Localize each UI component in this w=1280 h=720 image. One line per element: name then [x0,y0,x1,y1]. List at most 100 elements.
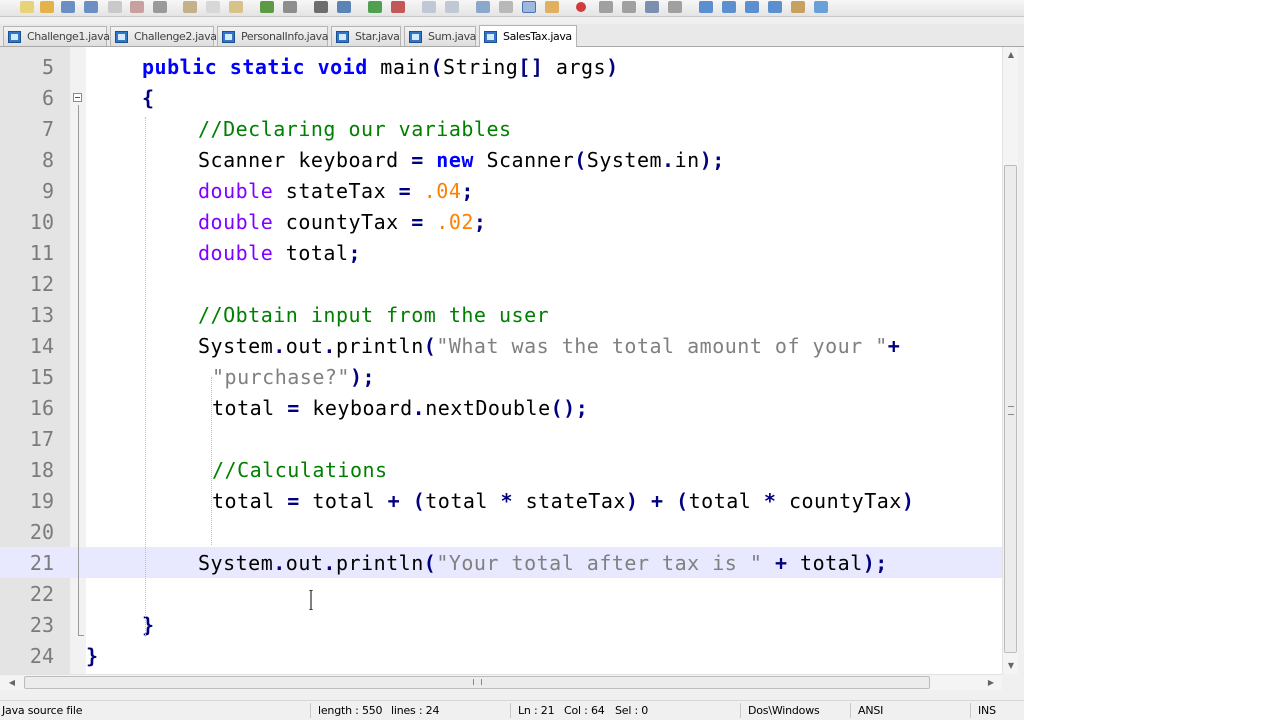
dropdown-arrow-icon[interactable] [814,1,828,13]
move-down-icon[interactable] [745,1,759,13]
mouse-ibeam-cursor [309,590,313,610]
tab-sum[interactable]: Sum.java [404,26,476,46]
code-line[interactable]: 23} [0,609,1002,640]
code-token: + [387,489,401,513]
line-number: 14 [29,334,54,358]
word-wrap-icon[interactable] [476,1,490,13]
cut-icon[interactable] [183,1,197,13]
code-line[interactable]: 19 total = total + (total * stateTax) + (… [0,485,1002,516]
file-tab-bar: Challenge1.java Challenge2.java Personal… [0,24,1024,47]
find-icon[interactable] [314,1,328,13]
vertical-scrollbar[interactable]: ▲ ▼ [1002,47,1018,674]
code-line[interactable]: 7 //Declaring our variables [0,113,1002,144]
tab-personalinfo[interactable]: PersonalInfo.java [217,26,329,46]
redo-icon[interactable] [283,1,297,13]
scroll-left-icon[interactable]: ◀ [4,675,20,691]
code-text: total = keyboard.nextDouble(); [212,396,588,420]
save-all-icon[interactable] [84,1,98,13]
replace-icon[interactable] [337,1,351,13]
code-line[interactable]: 8 Scanner keyboard = new Scanner(System.i… [0,144,1002,175]
zoom-in-icon[interactable] [368,1,382,13]
move-up-icon[interactable] [722,1,736,13]
line-number: 9 [41,179,54,203]
sync-vertical-icon[interactable] [422,1,436,13]
print-icon[interactable] [153,1,167,13]
code-text: } [86,644,99,668]
close-all-icon[interactable] [130,1,144,13]
vertical-scroll-thumb[interactable] [1004,165,1017,653]
horizontal-scrollbar[interactable]: ◀ ▶ [0,674,1002,690]
close-icon[interactable] [108,1,122,13]
code-line[interactable]: 13 //Obtain input from the user [0,299,1002,330]
code-token: countyTax [776,489,902,513]
collapse-icon[interactable] [699,1,713,13]
code-token: * [500,489,514,513]
status-length: length : 550 [318,704,383,717]
code-line[interactable]: 17 [0,423,1002,454]
code-token: . [273,334,286,358]
record-macro-icon[interactable] [576,2,586,12]
grip-icon [1008,406,1014,415]
code-line[interactable]: 16 total = keyboard.nextDouble(); [0,392,1002,423]
copy-icon[interactable] [206,1,220,13]
code-token: = [287,489,300,513]
code-line[interactable]: 22 [0,578,1002,609]
code-line[interactable]: 15 "purchase?"); [0,361,1002,392]
save-icon[interactable] [61,1,75,13]
tab-label: Sum.java [428,30,477,43]
code-line[interactable]: 9 double stateTax = .04; [0,175,1002,206]
code-token: total [212,489,288,513]
show-all-chars-icon[interactable] [499,1,513,13]
sync-horizontal-icon[interactable] [445,1,459,13]
line-number: 13 [29,303,54,327]
code-line[interactable]: 5 public static void main(String[] args) [0,51,1002,82]
code-line[interactable]: 14 System.out.println("What was the total… [0,330,1002,361]
code-line[interactable]: 24} [0,640,1002,671]
scroll-right-icon[interactable]: ▶ [983,675,999,691]
code-text: //Declaring our variables [198,117,512,141]
code-token: ) [606,55,619,79]
tab-salestax[interactable]: SalesTax.java [479,25,577,47]
scroll-up-icon[interactable]: ▲ [1003,47,1019,63]
code-line[interactable]: 11 double total; [0,237,1002,268]
code-editor[interactable]: 5 public static void main(String[] args) 6… [0,47,1002,674]
save-macro-icon[interactable] [668,1,682,13]
paste-icon[interactable] [229,1,243,13]
code-token: ); [349,365,376,389]
code-line[interactable]: 10 double countyTax = .02; [0,206,1002,237]
stop-macro-icon[interactable] [599,1,613,13]
expand-icon[interactable] [768,1,782,13]
indent-guide-icon[interactable] [522,1,536,13]
code-line[interactable]: 12 [0,268,1002,299]
line-number: 18 [29,458,54,482]
code-line[interactable]: 18 //Calculations [0,454,1002,485]
tab-challenge1[interactable]: Challenge1.java [3,26,110,46]
run-macro-multiple-icon[interactable] [645,1,659,13]
status-ln: Ln : 21 [518,704,555,717]
tab-label: Challenge2.java [134,30,217,43]
code-line[interactable]: 20 [0,516,1002,547]
tab-star[interactable]: Star.java [331,26,401,46]
tab-label: Challenge1.java [27,30,110,43]
open-file-icon[interactable] [40,1,54,13]
language-icon[interactable] [545,1,559,13]
code-line[interactable]: 21 System.out.println("Your total after t… [0,547,1002,578]
spell-check-icon[interactable] [791,1,805,13]
fold-toggle-icon[interactable] [73,93,82,102]
code-line[interactable]: 6{ [0,82,1002,113]
code-token: . [662,148,675,172]
line-number: 19 [29,489,54,513]
new-file-icon[interactable] [20,1,34,13]
horizontal-scroll-thumb[interactable] [24,676,930,689]
code-token: ( [676,489,689,513]
zoom-out-icon[interactable] [391,1,405,13]
undo-icon[interactable] [260,1,274,13]
play-macro-icon[interactable] [622,1,636,13]
code-text: System.out.println("Your total after tax… [198,551,888,575]
code-token: args [543,55,607,79]
scroll-down-icon[interactable]: ▼ [1003,658,1019,674]
tab-challenge2[interactable]: Challenge2.java [110,26,217,46]
code-token: total [688,489,764,513]
